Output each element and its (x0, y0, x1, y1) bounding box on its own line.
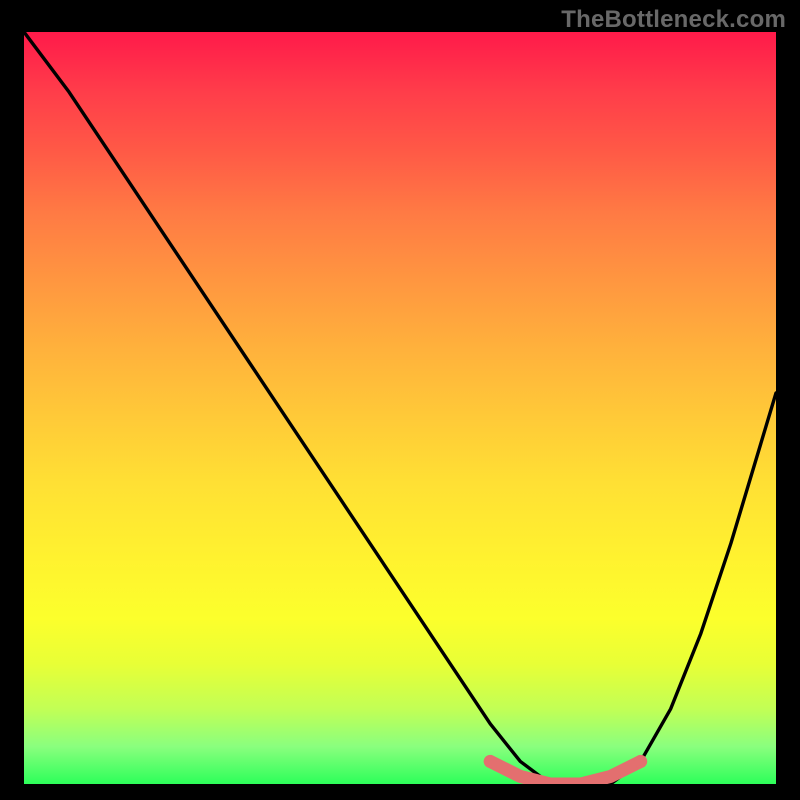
optimal-start-dot (484, 755, 497, 768)
optimal-end-dot (634, 755, 647, 768)
chart-container: TheBottleneck.com (0, 0, 800, 800)
watermark-text: TheBottleneck.com (561, 6, 786, 34)
bottleneck-curve (24, 32, 776, 784)
curve-svg (24, 32, 776, 784)
optimal-highlight (490, 761, 640, 784)
plot-frame (24, 32, 776, 784)
